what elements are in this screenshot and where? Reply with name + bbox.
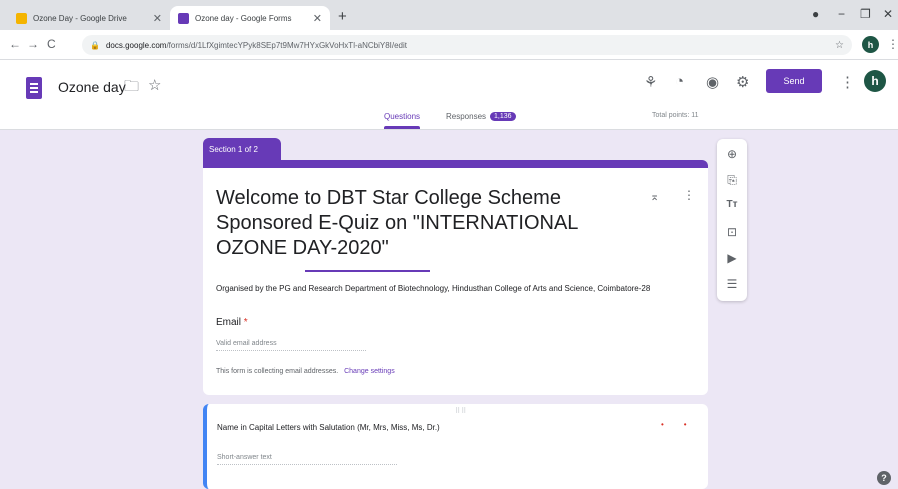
form-title[interactable]: Welcome to DBT Star College Scheme Spons… <box>216 186 646 261</box>
total-points: Total points: 11 <box>652 112 699 119</box>
send-button[interactable]: Send <box>766 69 822 93</box>
url-input[interactable]: 🔒 docs.google.com /forms/d/1LfXgimtecYPy… <box>82 35 852 55</box>
responses-count-badge: 1,136 <box>490 112 516 121</box>
question-card[interactable]: ⠿⠿ Name in Capital Letters with Salutati… <box>203 404 708 489</box>
avatar[interactable]: h <box>864 70 886 92</box>
add-video-icon[interactable]: ▶ <box>717 251 747 265</box>
star-icon[interactable]: ☆ <box>148 76 161 94</box>
import-questions-icon[interactable]: ⎘ <box>717 173 747 188</box>
palette-icon[interactable]: ◔ <box>675 73 684 90</box>
forms-icon <box>178 12 189 24</box>
forms-logo-icon[interactable] <box>26 77 42 99</box>
maximize-icon[interactable]: ❐ <box>860 7 871 21</box>
email-label-text: Email <box>216 317 242 328</box>
close-icon[interactable]: ✕ <box>153 12 162 25</box>
lock-icon: 🔒 <box>90 40 100 50</box>
drag-handle-icon[interactable]: ⠿⠿ <box>455 407 467 415</box>
add-question-icon[interactable]: ⊕ <box>717 147 747 161</box>
required-indicator-icon: •• <box>661 420 707 429</box>
more-vert-icon[interactable]: ⋮ <box>683 188 695 202</box>
folder-icon[interactable]: 🗀 <box>124 76 139 101</box>
forms-header: Ozone day 🗀 ☆ ⚘ ◔ ◉ ⚙ Send ⋮ h Questions… <box>0 60 898 130</box>
tab-label: Ozone day - Google Forms <box>195 13 292 23</box>
back-icon[interactable]: ← <box>9 37 21 51</box>
window-close-icon[interactable]: ✕ <box>883 7 893 21</box>
browser-menu-icon[interactable]: ⋮ <box>887 37 898 51</box>
drive-icon <box>16 12 27 24</box>
reload-icon[interactable]: C <box>47 37 56 51</box>
tab-responses[interactable]: Responses 1,136 <box>446 112 516 121</box>
required-mark: * <box>243 317 248 328</box>
new-tab-button[interactable]: + <box>338 8 347 25</box>
browser-tab-strip: Ozone Day - Google Drive ✕ Ozone day - G… <box>0 0 898 30</box>
tab-label: Ozone Day - Google Drive <box>33 13 127 23</box>
settings-gear-icon[interactable]: ⚙ <box>736 73 749 91</box>
url-host: docs.google.com <box>105 40 167 50</box>
url-path: /forms/d/1LfXgimtecYPyk8SEp7t9Mw7HYxGkVo… <box>166 40 407 50</box>
close-icon[interactable]: ✕ <box>313 12 322 25</box>
question-title[interactable]: Name in Capital Letters with Salutation … <box>217 423 440 432</box>
browser-tab-drive[interactable]: Ozone Day - Google Drive ✕ <box>8 6 170 30</box>
email-field-label: Email * <box>216 317 248 328</box>
form-description[interactable]: Organised by the PG and Research Departm… <box>216 283 686 294</box>
short-answer-field: Short-answer text <box>217 454 397 465</box>
more-options-icon[interactable]: ⋮ <box>840 73 855 91</box>
add-image-icon[interactable]: ⊡ <box>717 225 747 239</box>
addons-icon[interactable]: ⚘ <box>644 73 657 91</box>
extension-icon[interactable]: ● <box>812 7 819 21</box>
add-title-icon[interactable]: Tт <box>717 199 747 210</box>
browser-tab-forms[interactable]: Ozone day - Google Forms ✕ <box>170 6 330 30</box>
title-underline <box>305 270 430 272</box>
floating-toolbar: ⊕ ⎘ Tт ⊡ ▶ ☰ <box>717 139 747 301</box>
change-settings-link[interactable]: Change settings <box>344 368 395 375</box>
address-bar: ← → C 🔒 docs.google.com /forms/d/1LfXgim… <box>0 30 898 60</box>
add-section-icon[interactable]: ☰ <box>717 277 747 291</box>
page-title[interactable]: Ozone day <box>58 79 126 95</box>
avatar[interactable]: h <box>862 36 879 53</box>
tab-responses-label: Responses <box>446 112 487 121</box>
tab-questions[interactable]: Questions <box>384 112 421 129</box>
help-icon[interactable]: ? <box>877 471 891 485</box>
collecting-note-text: This form is collecting email addresses. <box>216 368 339 375</box>
collapse-icon[interactable]: ⌅ <box>650 190 659 203</box>
email-field: Valid email address <box>216 340 366 351</box>
section-header-card[interactable]: Welcome to DBT Star College Scheme Spons… <box>203 160 708 395</box>
star-icon[interactable]: ☆ <box>835 40 844 51</box>
forward-icon[interactable]: → <box>27 37 39 51</box>
preview-eye-icon[interactable]: ◉ <box>706 73 719 91</box>
email-collection-note: This form is collecting email addresses.… <box>216 368 395 375</box>
minimize-icon[interactable]: − <box>838 7 845 21</box>
